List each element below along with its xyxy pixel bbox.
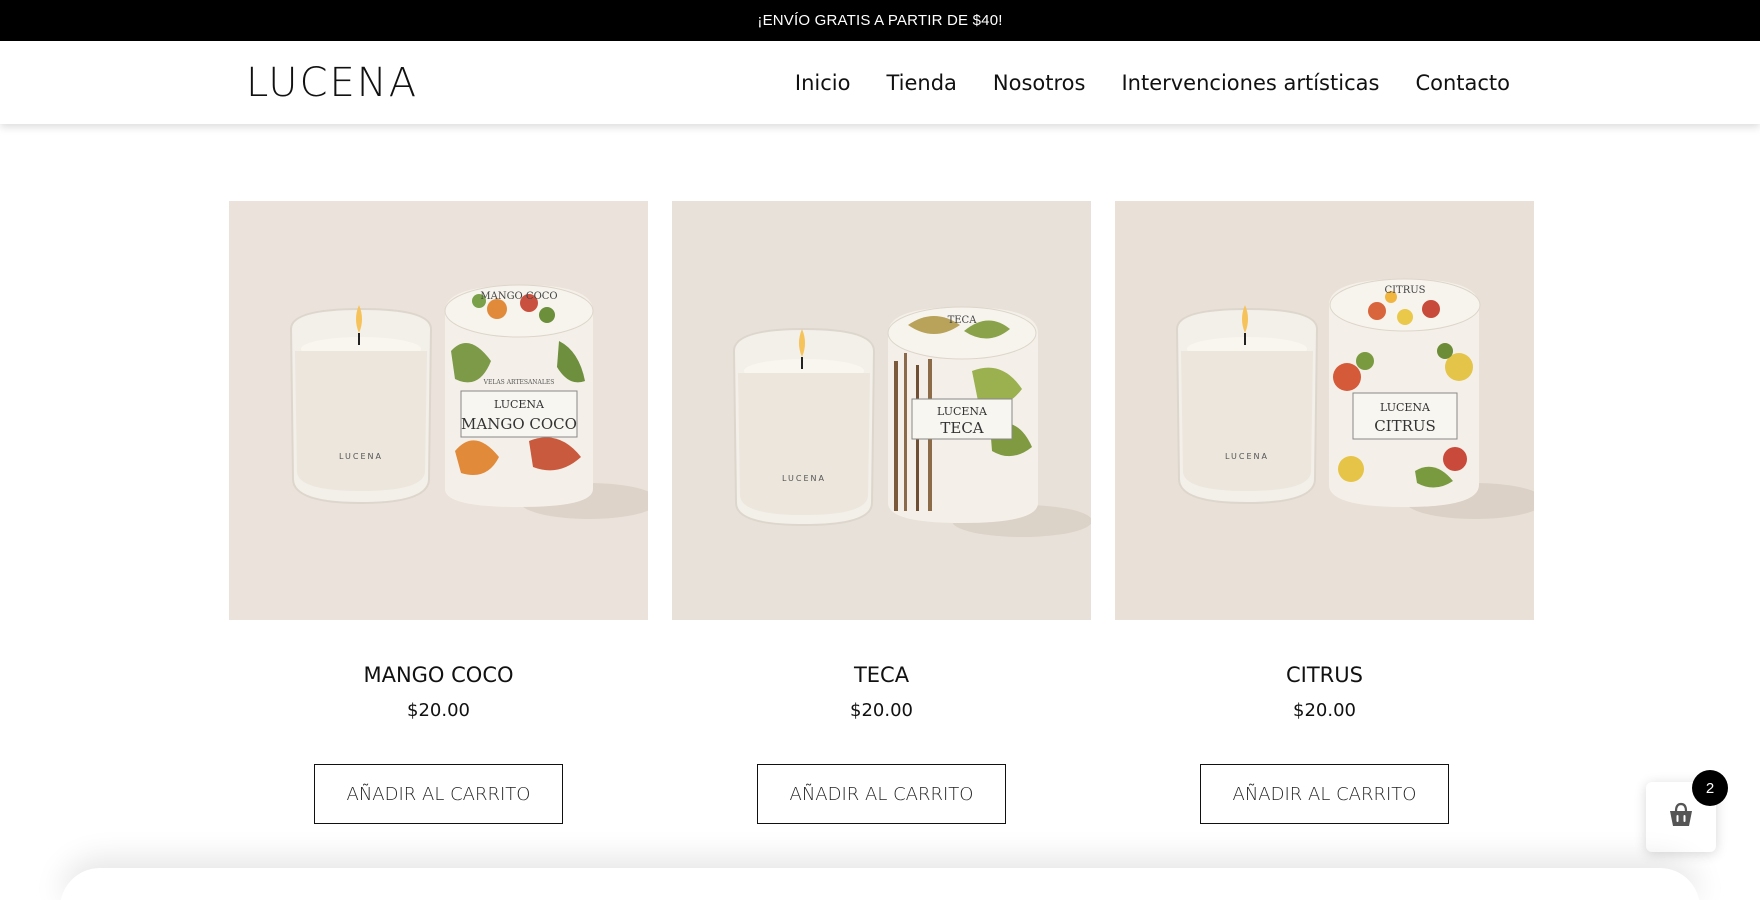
announcement-bar: ¡ENVÍO GRATIS A PARTIR DE $40! bbox=[0, 0, 1760, 41]
product-price: $20.00 bbox=[1293, 700, 1356, 721]
main-nav: Inicio Tienda Nosotros Intervenciones ar… bbox=[795, 41, 1510, 124]
bottom-panel-edge bbox=[60, 868, 1700, 900]
svg-text:CITRUS: CITRUS bbox=[1374, 417, 1436, 435]
svg-text:LUCENA: LUCENA bbox=[1225, 452, 1269, 461]
svg-text:LUCENA: LUCENA bbox=[937, 405, 988, 418]
svg-text:LUCENA: LUCENA bbox=[782, 474, 826, 483]
site-header: LUCENA Inicio Tienda Nosotros Intervenci… bbox=[0, 41, 1760, 124]
svg-text:MANGO COCO: MANGO COCO bbox=[480, 291, 557, 302]
product-image[interactable]: LUCENA LUCENA TECA TECA bbox=[672, 201, 1091, 620]
product-image[interactable]: LUCENA LUCENA CITRUS CITRUS bbox=[1115, 201, 1534, 620]
product-image[interactable]: LUCENA VELAS ARTESANALES LUCENA MANGO CO… bbox=[229, 201, 648, 620]
add-to-cart-button[interactable]: AÑADIR AL CARRITO bbox=[757, 764, 1006, 824]
nav-item-intervenciones[interactable]: Intervenciones artísticas bbox=[1121, 71, 1379, 95]
svg-text:LUCENA: LUCENA bbox=[494, 398, 545, 411]
product-name[interactable]: MANGO COCO bbox=[363, 661, 513, 689]
product-price: $20.00 bbox=[407, 700, 470, 721]
svg-text:LUCENA: LUCENA bbox=[1380, 401, 1431, 414]
svg-text:LUCENA: LUCENA bbox=[339, 452, 383, 461]
product-name[interactable]: TECA bbox=[854, 661, 909, 689]
svg-text:MANGO COCO: MANGO COCO bbox=[461, 415, 577, 433]
svg-text:TECA: TECA bbox=[948, 315, 978, 326]
product-card: LUCENA VELAS ARTESANALES LUCENA MANGO CO… bbox=[229, 201, 648, 824]
add-to-cart-button[interactable]: AÑADIR AL CARRITO bbox=[314, 764, 563, 824]
product-grid: LUCENA VELAS ARTESANALES LUCENA MANGO CO… bbox=[229, 201, 1534, 824]
svg-text:TECA: TECA bbox=[940, 419, 983, 437]
nav-item-contacto[interactable]: Contacto bbox=[1415, 71, 1510, 95]
nav-item-inicio[interactable]: Inicio bbox=[795, 71, 851, 95]
shopping-bag-icon bbox=[1666, 800, 1696, 835]
announcement-text: ¡ENVÍO GRATIS A PARTIR DE $40! bbox=[757, 12, 1003, 29]
nav-item-tienda[interactable]: Tienda bbox=[886, 71, 956, 95]
product-price: $20.00 bbox=[850, 700, 913, 721]
svg-text:CITRUS: CITRUS bbox=[1384, 285, 1425, 296]
cart-count-badge: 2 bbox=[1692, 770, 1728, 806]
product-card: LUCENA LUCENA CITRUS CITRUS CITRUS $20.0… bbox=[1115, 201, 1534, 824]
nav-item-nosotros[interactable]: Nosotros bbox=[993, 71, 1086, 95]
svg-text:VELAS ARTESANALES: VELAS ARTESANALES bbox=[483, 379, 555, 386]
brand-logo[interactable]: LUCENA bbox=[246, 59, 418, 107]
product-name[interactable]: CITRUS bbox=[1286, 661, 1363, 689]
product-card: LUCENA LUCENA TECA TECA TECA $20.00 AÑAD… bbox=[672, 201, 1091, 824]
add-to-cart-button[interactable]: AÑADIR AL CARRITO bbox=[1200, 764, 1449, 824]
